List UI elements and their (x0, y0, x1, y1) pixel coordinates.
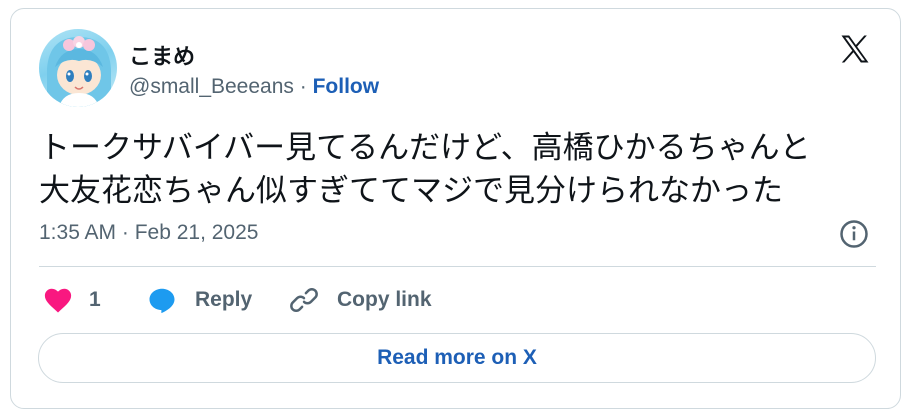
tweet-card: こまめ @small_Beeeans · Follow トークサバイバー見てるん… (10, 8, 901, 409)
like-button[interactable]: 1 (43, 283, 101, 317)
copy-link-button[interactable]: Copy link (289, 283, 432, 317)
reply-bubble-icon (149, 288, 175, 314)
follow-button[interactable]: Follow (313, 75, 380, 98)
tweet-text-line: トークサバイバー見てるんだけど、高橋ひかるちゃんと (39, 130, 811, 166)
copy-link-label: Copy link (337, 288, 432, 311)
like-count: 1 (89, 288, 101, 311)
tweet-text: トークサバイバー見てるんだけど、高橋ひかるちゃんと 大友花恋ちゃん似すぎててマジ… (39, 127, 879, 213)
read-more-button[interactable]: Read more on X (38, 333, 876, 383)
x-logo-icon[interactable] (837, 31, 873, 67)
handle-separator: · (293, 75, 313, 98)
divider (39, 266, 876, 267)
timestamp[interactable]: 1:35 AM · Feb 21, 2025 (39, 221, 258, 245)
handle-row: @small_Beeeans · Follow (129, 75, 379, 99)
user-handle[interactable]: @small_Beeeans (129, 75, 294, 98)
avatar-image (47, 36, 111, 107)
link-icon (290, 287, 318, 313)
reply-label: Reply (195, 288, 253, 311)
reply-button[interactable]: Reply (147, 283, 252, 317)
display-name[interactable]: こまめ (129, 39, 195, 71)
heart-icon (44, 288, 72, 313)
avatar[interactable] (39, 29, 117, 107)
tweet-text-line: 大友花恋ちゃん似すぎててマジで見分けられなかった (39, 173, 783, 209)
info-icon[interactable] (839, 219, 869, 249)
